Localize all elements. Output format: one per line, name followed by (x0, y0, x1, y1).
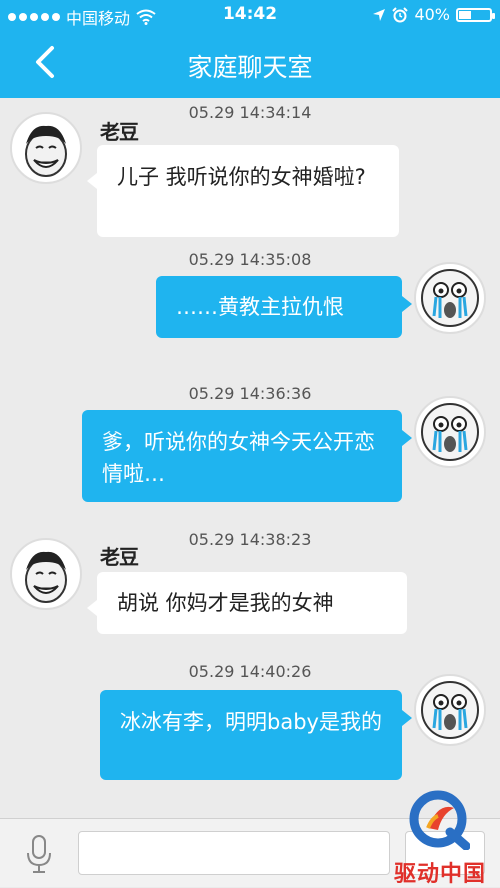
watermark-logo-icon (409, 790, 470, 850)
sender-name: 老豆 (100, 545, 139, 569)
top-bar: 中国移动 14:42 40% 家庭聊天室 (0, 0, 500, 98)
watermark: 驱动中国 (380, 780, 500, 887)
message-bubble[interactable]: 胡说 你妈才是我的女神 (87, 572, 407, 634)
crying-face-icon (421, 681, 479, 739)
message-timestamp: 05.29 14:34:14 (188, 103, 312, 122)
message-timestamp: 05.29 14:36:36 (188, 384, 312, 403)
message-timestamp: 05.29 14:40:26 (188, 662, 312, 681)
message-input[interactable] (78, 831, 390, 875)
watermark-text: 驱动中国 (393, 862, 486, 887)
message-bubble[interactable]: 儿子 我听说你的女神婚啦? (87, 145, 399, 237)
crying-face-icon (421, 403, 479, 461)
microphone-icon[interactable] (22, 833, 56, 875)
my-avatar[interactable] (414, 396, 486, 468)
message-bubble[interactable]: 爹，听说你的女神今天公开恋情啦… (82, 410, 412, 502)
sender-avatar[interactable] (10, 112, 82, 184)
status-right: 40% (372, 5, 495, 24)
meme-face-icon (25, 551, 67, 603)
status-bar: 中国移动 14:42 40% (0, 0, 500, 30)
my-avatar[interactable] (414, 674, 486, 746)
message-bubble[interactable]: 冰冰有李，明明baby是我的 (100, 690, 412, 780)
message-bubble[interactable]: ……黄教主拉仇恨 (156, 276, 412, 338)
location-icon (373, 8, 386, 21)
battery-percent: 40% (414, 5, 450, 24)
crying-face-icon (421, 269, 479, 327)
alarm-icon (392, 6, 409, 22)
message-timestamp: 05.29 14:35:08 (188, 250, 312, 269)
sender-name: 老豆 (100, 120, 139, 144)
my-avatar[interactable] (414, 262, 486, 334)
message-timestamp: 05.29 14:38:23 (188, 530, 312, 549)
battery-icon (456, 7, 495, 22)
meme-face-icon (25, 125, 67, 177)
sender-avatar[interactable] (10, 538, 82, 610)
page-title: 家庭聊天室 (187, 53, 313, 82)
